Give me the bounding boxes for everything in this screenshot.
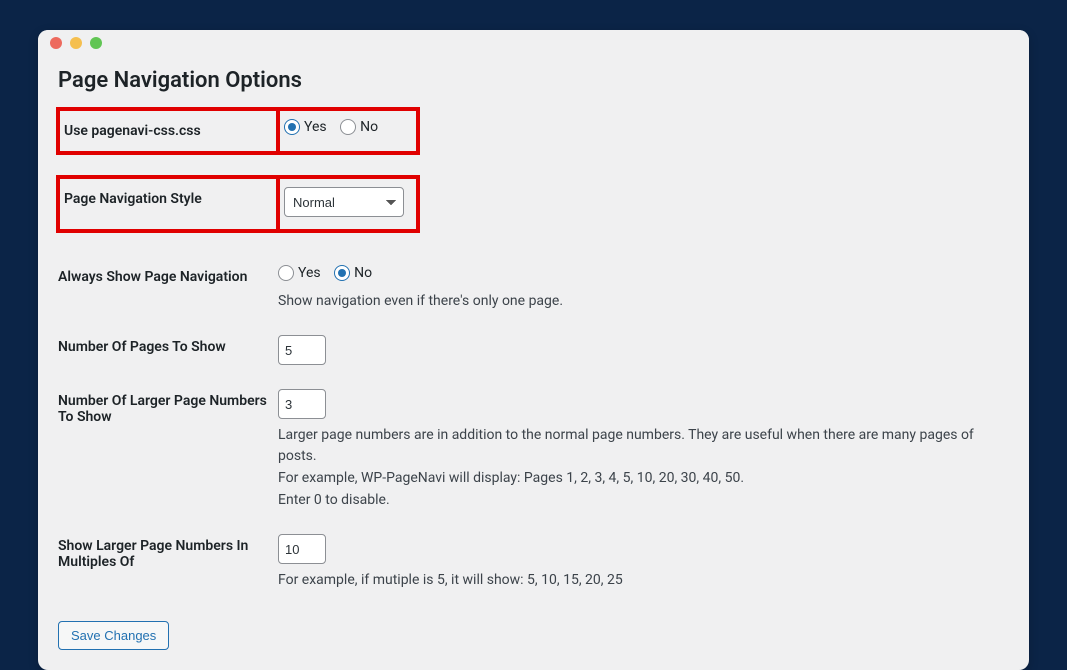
page-title: Page Navigation Options <box>58 68 1009 93</box>
always-show-no-radio[interactable] <box>334 265 350 281</box>
style-select[interactable]: Normal <box>284 187 404 217</box>
num-larger-desc-1: Larger page numbers are in addition to t… <box>278 425 999 466</box>
option-label-num-larger: Number Of Larger Page Numbers To Show <box>58 379 278 524</box>
use-css-no-option[interactable]: No <box>340 119 384 135</box>
multiples-input[interactable] <box>278 534 326 564</box>
option-label-use-css: Use pagenavi-css.css <box>58 109 278 153</box>
use-css-yes-option[interactable]: Yes <box>284 119 333 135</box>
multiples-desc: For example, if mutiple is 5, it will sh… <box>278 570 999 590</box>
zoom-icon[interactable] <box>90 37 102 49</box>
close-icon[interactable] <box>50 37 62 49</box>
options-form: Use pagenavi-css.css Yes No Page Navigat… <box>58 109 1009 605</box>
num-pages-input[interactable] <box>278 335 326 365</box>
always-show-yes-option[interactable]: Yes <box>278 265 327 281</box>
option-label-style: Page Navigation Style <box>58 177 278 231</box>
use-css-yes-radio[interactable] <box>284 119 300 135</box>
option-label-multiples: Show Larger Page Numbers In Multiples Of <box>58 524 278 604</box>
num-larger-desc-2: For example, WP-PageNavi will display: P… <box>278 468 999 488</box>
yes-label: Yes <box>298 265 321 281</box>
window-titlebar <box>38 30 1029 56</box>
save-button[interactable]: Save Changes <box>58 621 169 650</box>
option-label-always-show: Always Show Page Navigation <box>58 255 278 325</box>
always-show-no-option[interactable]: No <box>334 265 378 281</box>
always-show-desc: Show navigation even if there's only one… <box>278 291 999 311</box>
no-label: No <box>354 265 372 281</box>
num-larger-input[interactable] <box>278 389 326 419</box>
yes-label: Yes <box>304 119 327 135</box>
always-show-yes-radio[interactable] <box>278 265 294 281</box>
settings-window: Page Navigation Options Use pagenavi-css… <box>38 30 1029 670</box>
num-larger-desc-3: Enter 0 to disable. <box>278 490 999 510</box>
option-label-num-pages: Number Of Pages To Show <box>58 325 278 379</box>
minimize-icon[interactable] <box>70 37 82 49</box>
use-css-no-radio[interactable] <box>340 119 356 135</box>
no-label: No <box>360 119 378 135</box>
settings-content: Page Navigation Options Use pagenavi-css… <box>38 56 1029 670</box>
